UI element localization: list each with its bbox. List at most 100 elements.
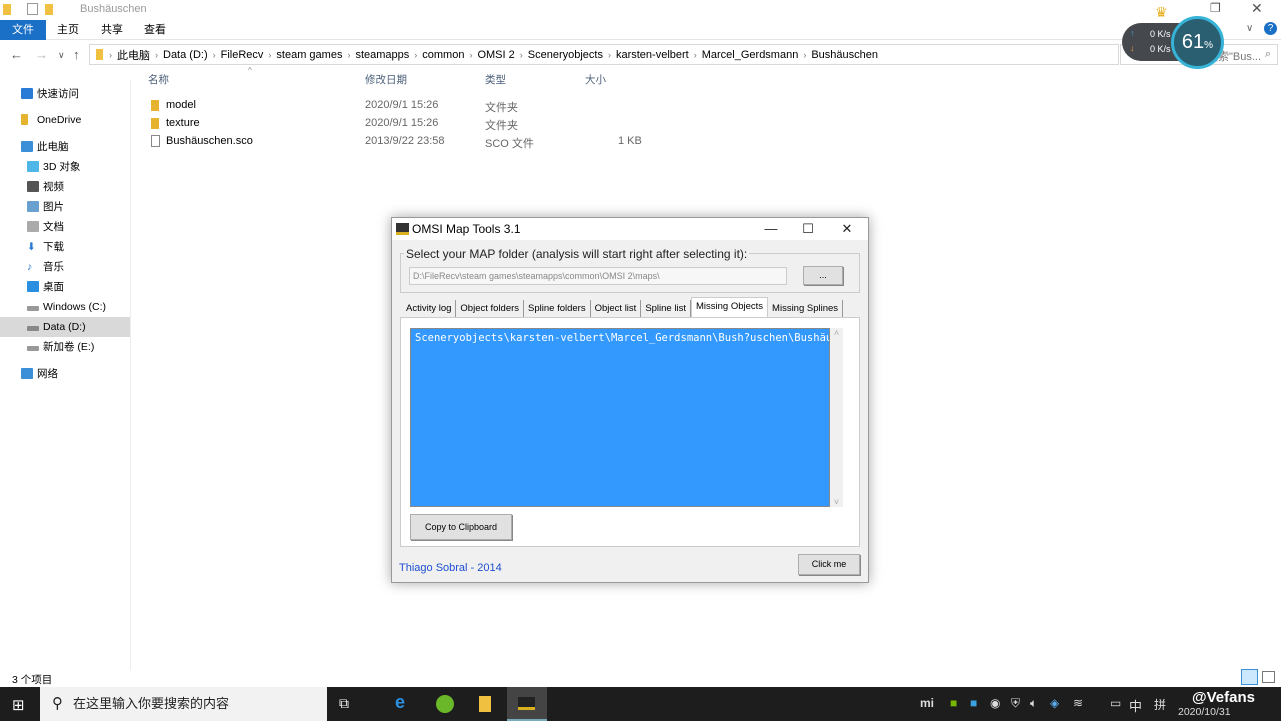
desktop-icon [27, 281, 39, 292]
tab-activity-log[interactable]: Activity log [402, 300, 457, 317]
properties-icon[interactable] [27, 3, 38, 15]
details-view-button[interactable] [1241, 669, 1258, 685]
tab-home[interactable]: 主页 [52, 20, 84, 40]
column-size[interactable]: 大小 [585, 72, 606, 87]
sidebar-item-music[interactable]: ♪ 音乐 [0, 257, 130, 277]
tab-object-folders[interactable]: Object folders [456, 300, 525, 317]
new-folder-icon[interactable] [45, 4, 53, 15]
crumb[interactable]: Data (D:) [163, 49, 208, 61]
author-credit: Thiago Sobral - 2014 [399, 562, 502, 574]
sidebar-item-windows-c[interactable]: Windows (C:) [0, 297, 130, 317]
crumb[interactable]: 此电脑 [117, 47, 150, 63]
tab-missing-splines[interactable]: Missing Splines [768, 300, 844, 317]
list-scrollbar[interactable]: ˄ ˅ [830, 328, 843, 507]
tab-object-list[interactable]: Object list [590, 300, 642, 317]
sidebar-item-videos[interactable]: 视频 [0, 177, 130, 197]
tab-view[interactable]: 查看 [139, 20, 171, 40]
sidebar-item-3d-objects[interactable]: 3D 对象 [0, 157, 130, 177]
browser-360-icon[interactable] [436, 695, 454, 713]
start-windows-icon[interactable]: ⊞ [12, 696, 25, 714]
sidebar-item-network[interactable]: 网络 [0, 364, 130, 384]
sidebar-item-quick-access[interactable]: 快速访问 [0, 84, 130, 104]
drive-icon [27, 326, 39, 331]
map-folder-path-field[interactable]: D:\FileRecv\steam games\steamapps\common… [409, 267, 787, 285]
crumb[interactable]: OMSI 2 [477, 49, 514, 61]
mi-icon[interactable]: mi [920, 696, 934, 710]
crumb[interactable]: Marcel_Gerdsmann [702, 49, 799, 61]
maximize-button[interactable]: ☐ [789, 218, 827, 240]
crumb[interactable]: karsten-velbert [616, 49, 689, 61]
keyboard-icon[interactable]: ▭ [1110, 696, 1121, 710]
ime-mode-chinese[interactable]: 中 [1129, 696, 1142, 715]
crumb[interactable]: steam games [276, 49, 342, 61]
file-explorer-icon[interactable] [479, 696, 491, 712]
tab-missing-objects[interactable]: Missing Objects [690, 297, 769, 317]
task-view-icon[interactable]: ⧉ [339, 695, 349, 712]
sidebar-item-downloads[interactable]: ⬇ 下载 [0, 237, 130, 257]
music-icon: ♪ [27, 261, 33, 273]
list-item[interactable]: Sceneryobjects\karsten-velbert\Marcel_Ge… [415, 332, 829, 344]
crumb[interactable]: FileRecv [221, 49, 264, 61]
dialog-title-bar: OMSI Map Tools 3.1 — ☐ ✕ [392, 218, 868, 240]
ime-pinyin[interactable]: 拼 [1154, 696, 1166, 713]
sidebar-item-documents[interactable]: 文档 [0, 217, 130, 237]
minimize-button[interactable]: — [752, 218, 790, 240]
click-me-button[interactable]: Click me [798, 554, 860, 575]
crumb[interactable]: Bushäuschen [811, 49, 878, 61]
taskbar: ⊞ ⚲ 在这里输入你要搜索的内容 ⧉ e mi ■ ■ ◉ ⛨ 🔈︎ ◈ ≋ ▭ … [0, 687, 1281, 721]
column-type[interactable]: 类型 [485, 72, 506, 87]
edge-browser-icon[interactable]: e [395, 692, 405, 713]
close-button[interactable]: ✕ [828, 218, 866, 240]
document-icon [27, 221, 39, 232]
vip-crown-icon: ♛ [1155, 4, 1168, 20]
maximize-button[interactable]: ❐ [1210, 1, 1221, 15]
volume-icon[interactable]: 🔈︎ [1030, 696, 1037, 711]
column-date[interactable]: 修改日期 [365, 72, 407, 87]
file-row[interactable]: Bushäuschen.sco 2013/9/22 23:58 SCO 文件 1… [148, 133, 648, 151]
copy-to-clipboard-button[interactable]: Copy to Clipboard [410, 514, 512, 540]
file-row[interactable]: texture 2020/9/1 15:26 文件夹 [148, 115, 648, 133]
crumb[interactable]: Sceneryobjects [528, 49, 603, 61]
tab-file[interactable]: 文件 [0, 20, 46, 40]
sidebar-item-data-d[interactable]: Data (D:) [0, 317, 130, 337]
file-row[interactable]: model 2020/9/1 15:26 文件夹 [148, 97, 648, 115]
video-icon [27, 181, 39, 192]
ribbon-tabs: 文件 主页 共享 查看 [0, 20, 1281, 40]
crumb[interactable]: common [422, 49, 464, 61]
security-shield-icon[interactable]: ⛨ [1011, 696, 1020, 711]
cube-icon [27, 161, 39, 172]
sidebar-item-new-volume-e[interactable]: 新加卷 (E:) [0, 337, 130, 357]
app-tray-icon[interactable]: ■ [970, 696, 977, 710]
forward-button[interactable]: → [35, 47, 48, 62]
nvidia-icon[interactable]: ■ [950, 696, 957, 710]
recent-locations-button[interactable]: ∨ [58, 50, 65, 61]
up-button[interactable]: ↑ [73, 47, 80, 62]
tab-share[interactable]: 共享 [96, 20, 128, 40]
cloud-sync-icon[interactable]: ◈ [1050, 696, 1059, 710]
memory-usage-gauge[interactable]: 61% [1171, 16, 1224, 69]
missing-objects-list[interactable]: Sceneryobjects\karsten-velbert\Marcel_Ge… [410, 328, 830, 507]
wifi-icon[interactable]: ≋ [1073, 696, 1083, 710]
clock-date[interactable]: 2020/10/31 [1178, 706, 1231, 718]
sidebar-item-this-pc[interactable]: 此电脑 [0, 137, 130, 157]
sidebar-item-pictures[interactable]: 图片 [0, 197, 130, 217]
sidebar-item-desktop[interactable]: 桌面 [0, 277, 130, 297]
drive-icon [27, 306, 39, 311]
omsi-map-tools-taskbar-button[interactable] [507, 687, 547, 721]
browse-button[interactable]: ... [803, 266, 843, 285]
map-folder-label: Select your MAP folder (analysis will st… [404, 247, 750, 261]
column-name[interactable]: 名称 [148, 72, 169, 87]
crumb[interactable]: steamapps [355, 49, 409, 61]
sidebar-item-onedrive[interactable]: OneDrive [0, 110, 130, 130]
breadcrumb[interactable]: › 此电脑 › Data (D:) › FileRecv › steam games ›… [89, 44, 1119, 65]
steam-icon[interactable]: ◉ [990, 696, 1000, 710]
close-button[interactable]: ✕ [1251, 0, 1263, 17]
address-bar-row: ← → ∨ ↑ › 此电脑 › Data (D:) › FileRecv › steam… [0, 42, 1281, 68]
large-icons-view-button[interactable] [1262, 671, 1275, 683]
tab-spline-list[interactable]: Spline list [641, 300, 691, 317]
taskbar-search-box[interactable]: ⚲ 在这里输入你要搜索的内容 [40, 687, 327, 721]
folder-icon [96, 49, 103, 60]
tab-spline-folders[interactable]: Spline folders [524, 300, 591, 317]
download-arrow-icon: ↓ [1130, 43, 1135, 53]
back-button[interactable]: ← [10, 47, 23, 62]
